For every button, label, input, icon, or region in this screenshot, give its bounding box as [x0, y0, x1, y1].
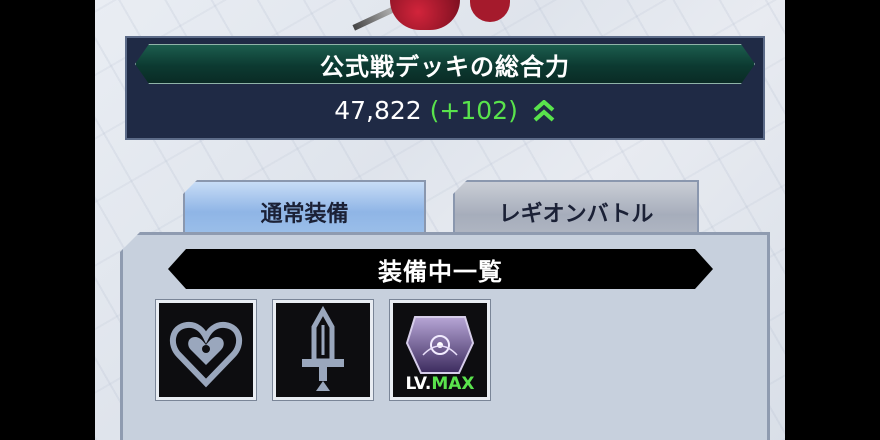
equipment-slot-2[interactable] [273, 300, 373, 400]
equipment-slot-3[interactable]: LV.MAX [390, 300, 490, 400]
deck-power-value-row: 47,822 (+102) [127, 96, 763, 125]
equipped-list-header: 装備中一覧 [168, 249, 713, 289]
level-prefix: LV. [405, 374, 432, 394]
equipped-list-panel: 装備中一覧 LV.MAX [120, 232, 770, 440]
level-value: MAX [431, 374, 475, 394]
level-max-label: LV.MAX [393, 374, 487, 394]
deck-power-title-bar: 公式戦デッキの総合力 [135, 44, 755, 84]
deck-power-delta: (+102) [429, 96, 518, 125]
double-chevron-up-icon [533, 100, 555, 122]
deck-power-title: 公式戦デッキの総合力 [320, 52, 570, 81]
character-art [350, 0, 550, 34]
tab-legion-battle-label: レギオンバトル [498, 202, 654, 227]
game-background: 公式戦デッキの総合力 47,822 (+102) 通常装備 レギオンバトル 装備… [95, 0, 785, 440]
sword-icon [302, 305, 344, 391]
deck-power-panel: 公式戦デッキの総合力 47,822 (+102) [125, 36, 765, 140]
equipped-list-title: 装備中一覧 [378, 257, 503, 286]
letterbox-right [785, 0, 880, 440]
tab-normal-equipment-label: 通常装備 [260, 202, 349, 227]
heart-crest-icon [169, 321, 243, 388]
equipment-slot-1[interactable] [156, 300, 256, 400]
letterbox-left [0, 0, 95, 440]
deck-power-value: 47,822 [334, 96, 422, 125]
